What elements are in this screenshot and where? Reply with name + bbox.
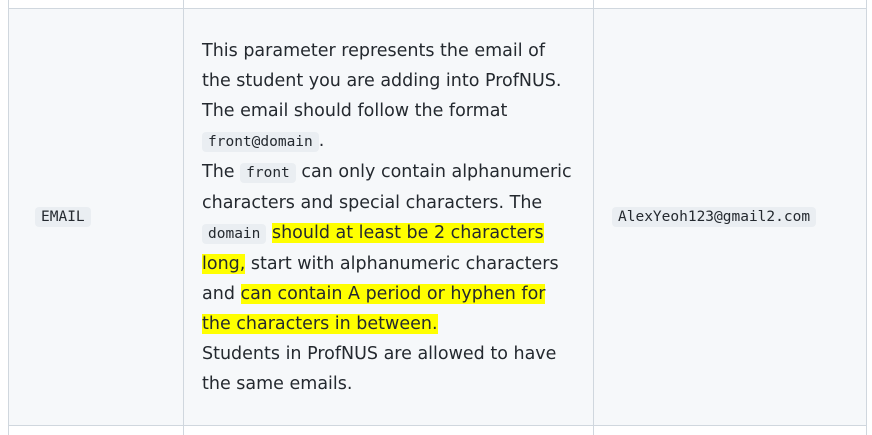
table-left-border [8, 0, 9, 435]
highlight-period-rule: can contain A period or hyphen for the c… [202, 283, 546, 334]
domain-code: domain [202, 223, 267, 244]
front-rule-text: The [202, 161, 235, 182]
duplicate-email-note: Students in ProfNUS are allowed to have … [202, 343, 557, 394]
front-code: front [240, 162, 296, 183]
format-code: front@domain [202, 131, 319, 152]
description-cell: This parameter represents the email of t… [184, 8, 593, 426]
parameter-name: EMAIL [35, 207, 91, 227]
parameter-cell: EMAIL [17, 8, 183, 426]
example-cell: AlexYeoh123@gmail2.com [594, 8, 872, 426]
example-email: AlexYeoh123@gmail2.com [612, 207, 817, 227]
description-intro: This parameter represents the email of t… [202, 40, 562, 91]
parameter-table: EMAIL This parameter represents the emai… [8, 0, 867, 435]
parameter-description: This parameter represents the email of t… [202, 36, 572, 399]
format-period: . [318, 130, 325, 151]
format-text: The email should follow the format [202, 100, 508, 121]
